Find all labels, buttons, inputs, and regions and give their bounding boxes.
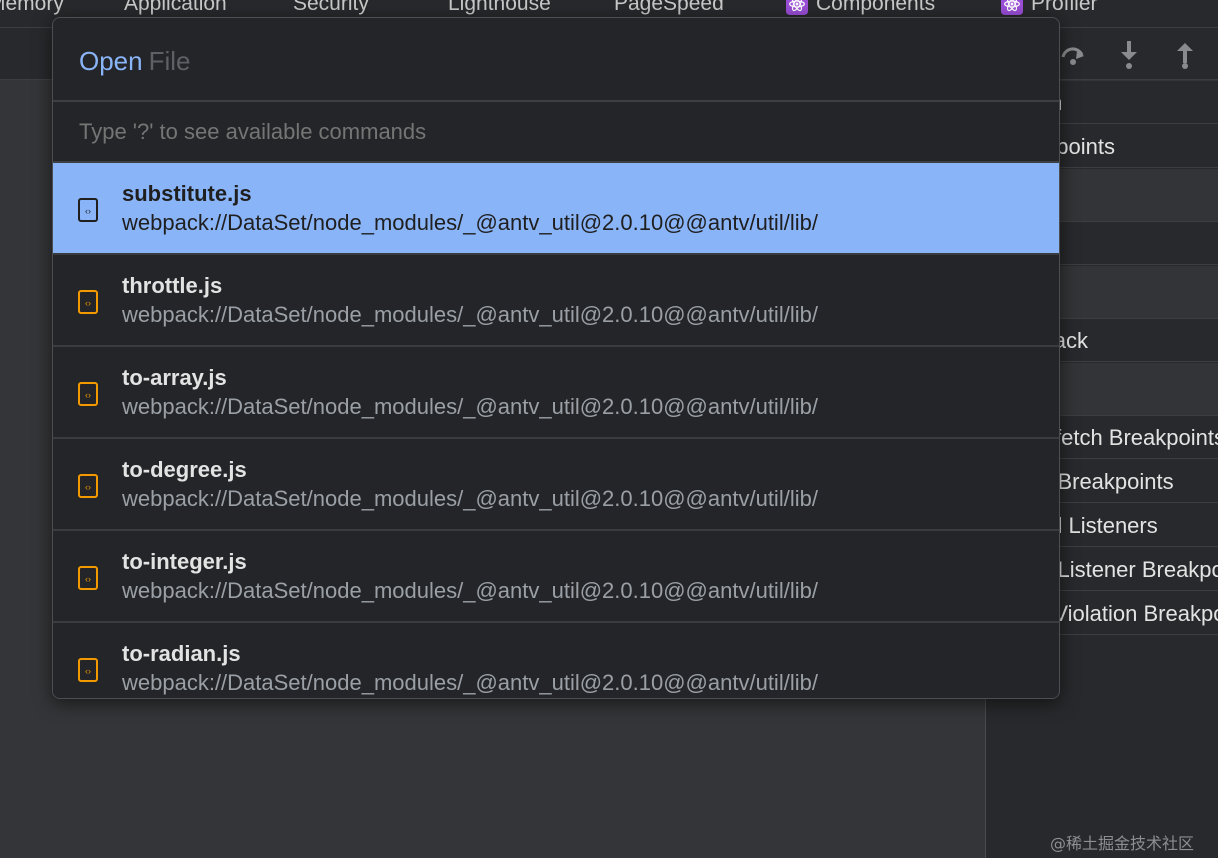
result-path: webpack://DataSet/node_modules/_@antv_ut…	[122, 670, 818, 695]
tab-label: Application	[124, 0, 227, 15]
tab-security[interactable]: Security	[293, 0, 369, 16]
result-filename: substitute.js	[122, 181, 252, 206]
tab-memory[interactable]: Memory	[0, 0, 64, 16]
open-file-dialog: OpenFile ‹› substitute.js webpack://Data…	[52, 17, 1060, 699]
sidebar-item-label: nt Listener Breakpoints	[1033, 557, 1218, 582]
watermark: @稀土掘金技术社区	[1050, 834, 1195, 853]
result-item[interactable]: ‹› to-array.js webpack://DataSet/node_mo…	[53, 347, 1059, 439]
svg-text:‹›: ‹›	[85, 574, 91, 584]
svg-text:‹›: ‹›	[85, 298, 91, 308]
tab-label: Memory	[0, 0, 64, 15]
sidebar-item-label: R/fetch Breakpoints	[1033, 425, 1218, 450]
tab-label: PageSpeed	[614, 0, 724, 15]
svg-text:‹›: ‹›	[85, 390, 91, 400]
debugger-controls	[1060, 38, 1198, 70]
result-path: webpack://DataSet/node_modules/_@antv_ut…	[122, 578, 818, 603]
svg-text:‹›: ‹›	[85, 482, 91, 492]
result-path: webpack://DataSet/node_modules/_@antv_ut…	[122, 394, 818, 419]
react-icon	[1001, 0, 1023, 16]
file-icon: ‹›	[78, 198, 98, 222]
tab-pagespeed[interactable]: PageSpeed	[614, 0, 724, 16]
result-item[interactable]: ‹› substitute.js webpack://DataSet/node_…	[53, 163, 1059, 255]
sidebar-item-label: P Violation Breakpoints	[1033, 601, 1218, 626]
result-filename: to-radian.js	[122, 641, 241, 666]
result-item[interactable]: ‹› throttle.js webpack://DataSet/node_mo…	[53, 255, 1059, 347]
react-icon	[786, 0, 808, 16]
tab-label: Components	[816, 0, 936, 15]
result-filename: to-array.js	[122, 365, 227, 390]
result-path: webpack://DataSet/node_modules/_@antv_ut…	[122, 486, 818, 511]
file-icon: ‹›	[78, 290, 98, 314]
tab-lighthouse[interactable]: Lighthouse	[448, 0, 551, 16]
tab-profiler[interactable]: Profiler	[1001, 0, 1098, 16]
svg-text:‹›: ‹›	[85, 206, 91, 216]
step-out-icon[interactable]	[1172, 39, 1198, 69]
tab-label: Profiler	[1031, 0, 1098, 15]
result-path: webpack://DataSet/node_modules/_@antv_ut…	[122, 210, 818, 235]
dialog-title: Open File	[53, 18, 1059, 102]
tab-label: Security	[293, 0, 369, 15]
file-icon: ‹›	[78, 566, 98, 590]
dialog-title-open: Open	[79, 46, 143, 76]
results-list: ‹› substitute.js webpack://DataSet/node_…	[53, 163, 1059, 698]
svg-text:‹›: ‹›	[85, 666, 91, 676]
result-item[interactable]: ‹› to-degree.js webpack://DataSet/node_m…	[53, 439, 1059, 531]
file-icon: ‹›	[78, 382, 98, 406]
file-icon: ‹›	[78, 474, 98, 498]
step-into-icon[interactable]	[1116, 39, 1142, 69]
result-filename: to-degree.js	[122, 457, 247, 482]
result-filename: throttle.js	[122, 273, 223, 298]
tab-label: Lighthouse	[448, 0, 551, 15]
tab-application[interactable]: Application	[124, 0, 227, 16]
file-icon: ‹›	[78, 658, 98, 682]
tab-components[interactable]: Components	[786, 0, 935, 16]
dialog-title-file: File	[148, 46, 191, 76]
step-over-icon[interactable]	[1060, 39, 1086, 69]
result-path: webpack://DataSet/node_modules/_@antv_ut…	[122, 302, 818, 327]
command-input[interactable]	[53, 102, 1059, 162]
result-item[interactable]: ‹› to-radian.js webpack://DataSet/node_m…	[53, 623, 1059, 698]
result-filename: to-integer.js	[122, 549, 247, 574]
result-item[interactable]: ‹› to-integer.js webpack://DataSet/node_…	[53, 531, 1059, 623]
